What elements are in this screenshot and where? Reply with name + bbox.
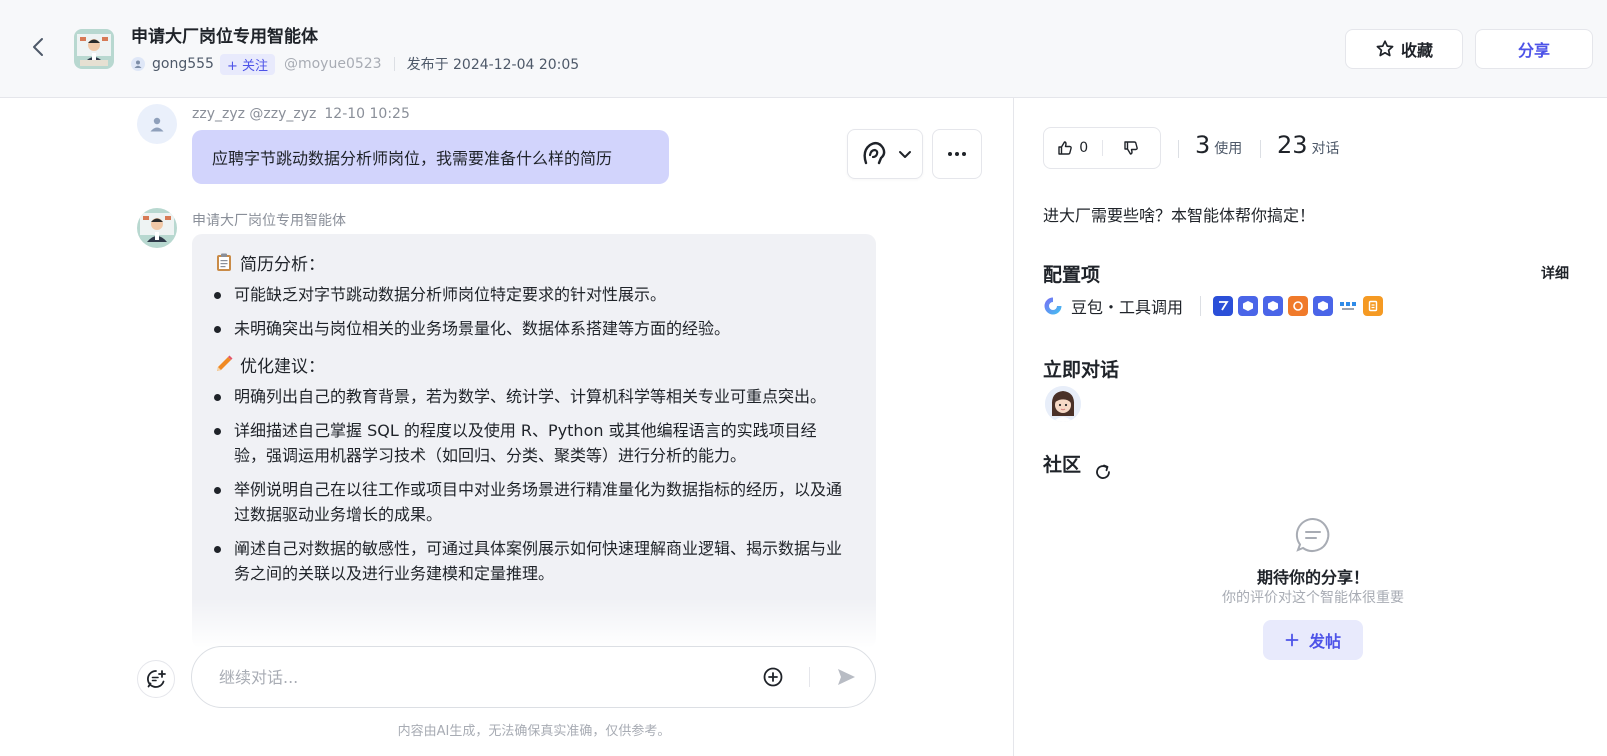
add-circle-icon[interactable] [761,665,785,689]
empty-state-subtitle: 你的评价对这个智能体很重要 [1222,590,1404,606]
section-analysis: 简历分析： [214,248,848,276]
dislike-button[interactable] [1102,128,1160,168]
tools-divider [1200,296,1201,316]
plus-icon [1285,633,1299,647]
refresh-icon[interactable] [1093,462,1113,482]
author-handle: @moyue0523 [283,56,382,72]
page-title: 申请大厂岗位专用智能体 [131,27,318,47]
clipboard-icon [217,253,231,271]
share-label: 分享 [1517,41,1550,60]
user-message: 应聘字节跳动数据分析师岗位，我需要准备什么样的简历 [192,130,669,184]
section-suggestions: 优化建议： [214,350,848,378]
list-item: 举例说明自己在以往工作或项目中对业务场景进行精准量化为数据指标的经历，以及通过数… [214,477,848,527]
doubao-logo-icon [1044,297,1062,315]
section-suggestions-title: 优化建议： [240,356,325,377]
bot-message-avatar [137,208,177,248]
ai-disclaimer: 内容由AI生成，无法确保真实准确，仅供参考。 [397,724,671,739]
voice-selector[interactable] [847,129,923,179]
stat-divider [1178,140,1179,158]
follow-button[interactable]: + 关注 [219,53,275,75]
plugin-icon[interactable] [1238,296,1258,316]
user-message-meta: zzy_zyz @zzy_zyz 12-10 10:25 [192,106,410,122]
author-meta: gong555 + 关注 @moyue0523 发布于 2024-12-04 2… [131,53,579,75]
chevron-down-icon [899,151,911,158]
chats-label: 对话 [1311,141,1340,157]
input-divider [809,667,810,687]
bot-description: 进大厂需要些啥？本智能体帮你搞定！ [1043,206,1316,225]
top-header: 申请大厂岗位专用智能体 gong555 + 关注 @moyue0523 发布于 … [0,0,1607,98]
voice-character-avatar[interactable] [1045,386,1081,422]
voice-icon [863,141,886,165]
config-heading: 配置项 [1043,264,1101,286]
bot-name: 申请大厂岗位专用智能体 [192,213,346,229]
scroll-fade [192,598,876,648]
chats-stat: 23 对话 [1277,131,1340,159]
share-button[interactable]: 分享 [1475,29,1593,69]
rating-box: 0 [1043,127,1161,169]
star-icon [1376,40,1394,57]
bot-avatar [74,29,114,69]
plugin-icon[interactable] [1213,296,1233,316]
analysis-list: 可能缺乏对字节跳动数据分析师岗位特定要求的针对性展示。 未明确突出与岗位相关的业… [214,282,848,341]
user-name: zzy_zyz @zzy_zyz [192,106,317,122]
plugin-icon[interactable] [1263,296,1283,316]
chats-count: 23 [1277,131,1308,159]
like-button[interactable]: 0 [1044,128,1102,168]
stat-divider [1260,140,1261,158]
meta-divider [393,57,395,71]
detail-link[interactable]: 详细 [1541,263,1569,283]
uses-stat: 3 使用 [1195,131,1242,159]
uses-label: 使用 [1214,141,1243,157]
send-icon[interactable] [834,665,858,689]
back-arrow-icon[interactable] [28,36,50,58]
section-analysis-title: 简历分析： [240,254,325,275]
like-count: 0 [1079,140,1089,156]
user-avatar [137,104,177,144]
bot-message: 简历分析： 可能缺乏对字节跳动数据分析师岗位特定要求的针对性展示。 未明确突出与… [192,234,876,648]
talk-heading: 立即对话 [1043,359,1120,381]
new-post-label: 发帖 [1308,632,1341,651]
favorite-button[interactable]: 收藏 [1345,29,1463,69]
community-heading: 社区 [1043,454,1082,476]
list-item: 未明确突出与岗位相关的业务场景量化、数据体系搭建等方面的经验。 [214,316,848,341]
empty-state-title: 期待你的分享！ [1256,568,1369,587]
pencil-icon [217,355,233,371]
list-item: 明确列出自己的教育背景，若为数学、统计学、计算机科学等相关专业可重点突出。 [214,384,848,409]
thumb-down-icon [1124,141,1139,155]
message-time: 12-10 10:25 [324,106,410,122]
chat-input-box[interactable] [191,646,876,708]
more-icon [948,152,966,156]
list-item: 详细描述自己掌握 SQL 的程度以及使用 R、Python 或其他编程语言的实践… [214,418,848,468]
plugin-icon[interactable] [1338,296,1358,316]
suggestion-list: 明确列出自己的教育背景，若为数学、统计学、计算机科学等相关专业可重点突出。 详细… [214,384,848,586]
publish-date: 发布于 2024-12-04 20:05 [406,57,580,73]
plugin-icon[interactable] [1363,296,1383,316]
user-icon [131,57,145,71]
plugin-icon[interactable] [1313,296,1333,316]
new-chat-button[interactable] [137,660,175,698]
plugin-list [1213,296,1383,316]
new-chat-icon [147,670,166,688]
list-item: 可能缺乏对字节跳动数据分析师岗位特定要求的针对性展示。 [214,282,848,307]
uses-count: 3 [1195,131,1211,159]
comment-icon [1295,517,1330,552]
new-post-button[interactable]: 发帖 [1263,620,1363,660]
chat-input[interactable] [219,667,739,687]
thumb-up-icon [1058,141,1073,155]
author-name[interactable]: gong555 [152,56,214,72]
model-info: 豆包・工具调用 [1043,294,1183,318]
list-item: 阐述自己对数据的敏感性，可通过具体案例展示如何快速理解商业逻辑、揭示数据与业务之… [214,536,848,586]
plugin-icon[interactable] [1288,296,1308,316]
panel-divider [1013,98,1014,756]
model-label: 豆包・工具调用 [1071,298,1184,317]
favorite-label: 收藏 [1400,41,1433,60]
more-button[interactable] [932,129,982,179]
